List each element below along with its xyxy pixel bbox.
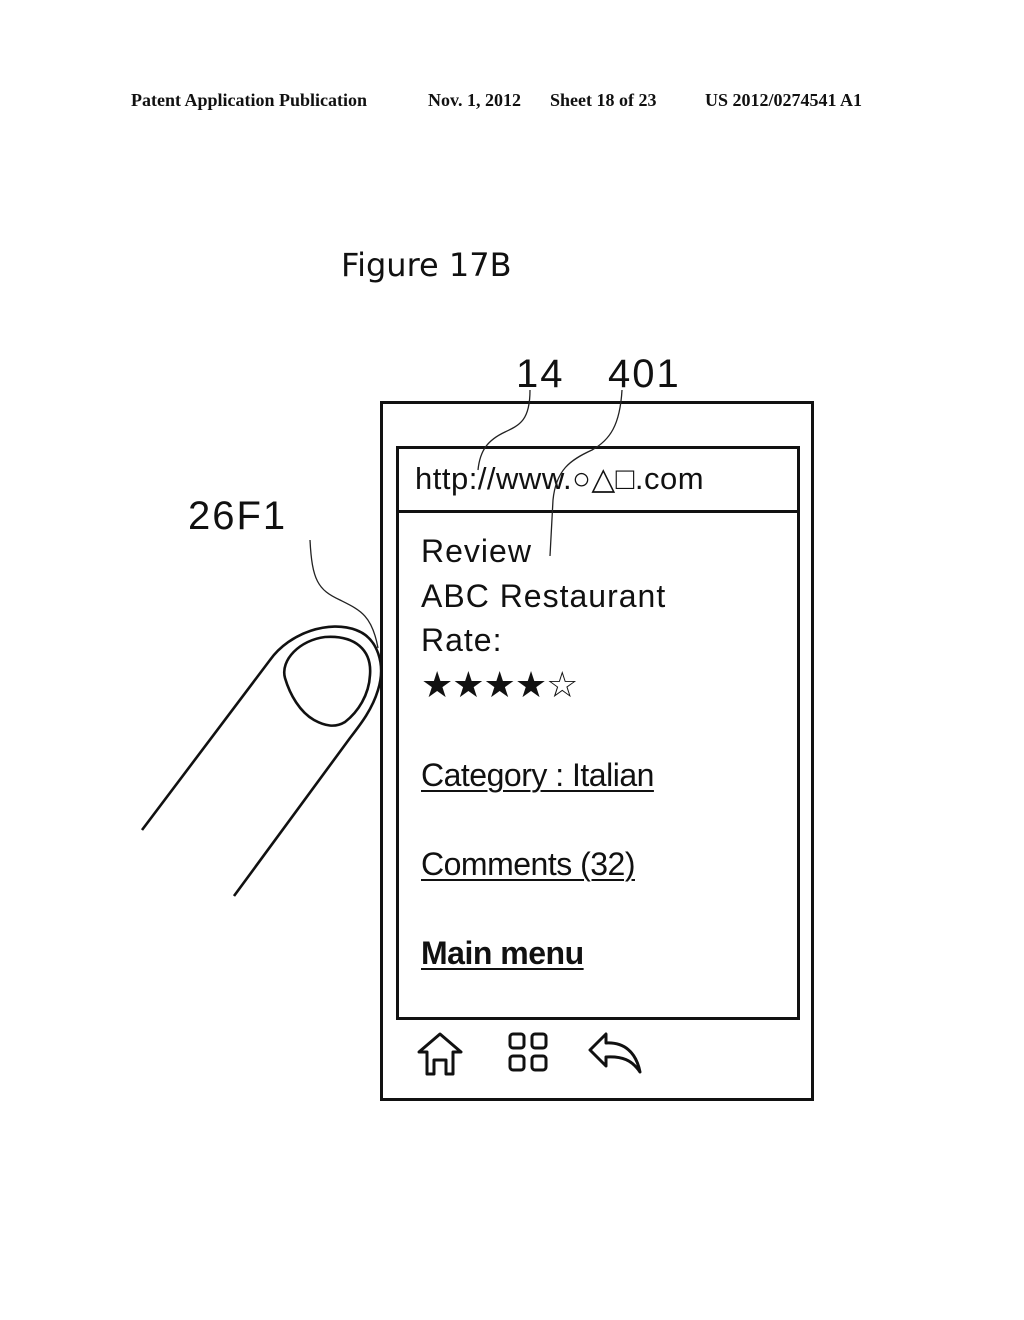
star-rating: ★★★★☆ — [421, 665, 578, 706]
back-arrow-icon — [588, 1032, 642, 1074]
back-button[interactable] — [586, 1030, 646, 1080]
sheet-number: Sheet 18 of 23 — [550, 90, 657, 110]
comments-link[interactable]: Comments (32) — [421, 846, 636, 883]
rate-label: Rate: — [421, 622, 503, 658]
browser-screen: http://www.○△□.com Review ABC Restaurant… — [396, 446, 800, 1020]
ref-label-url-bar: 14 — [516, 352, 565, 396]
publication-date: Nov. 1, 2012 — [428, 90, 522, 110]
home-button[interactable] — [413, 1030, 469, 1080]
main-menu-link[interactable]: Main menu — [421, 935, 584, 972]
finger-outline — [140, 625, 383, 897]
category-link[interactable]: Category : Italian — [421, 757, 654, 794]
patent-number: US 2012/0274541 A1 — [705, 90, 863, 110]
figure-title: Figure 17B — [341, 246, 512, 284]
apps-button[interactable] — [502, 1030, 558, 1080]
fingernail — [282, 635, 372, 727]
leader-line-26F1 — [309, 539, 379, 649]
review-heading: Review — [421, 533, 532, 569]
url-bar[interactable]: http://www.○△□.com — [399, 449, 797, 513]
publication-label: Patent Application Publication — [131, 90, 368, 110]
restaurant-name: ABC Restaurant — [421, 578, 667, 614]
grid-icon — [508, 1032, 548, 1072]
home-icon — [417, 1032, 463, 1076]
ref-label-finger: 26F1 — [188, 494, 288, 538]
url-text[interactable]: http://www.○△□.com — [415, 461, 704, 497]
ref-label-content: 401 — [608, 352, 681, 396]
